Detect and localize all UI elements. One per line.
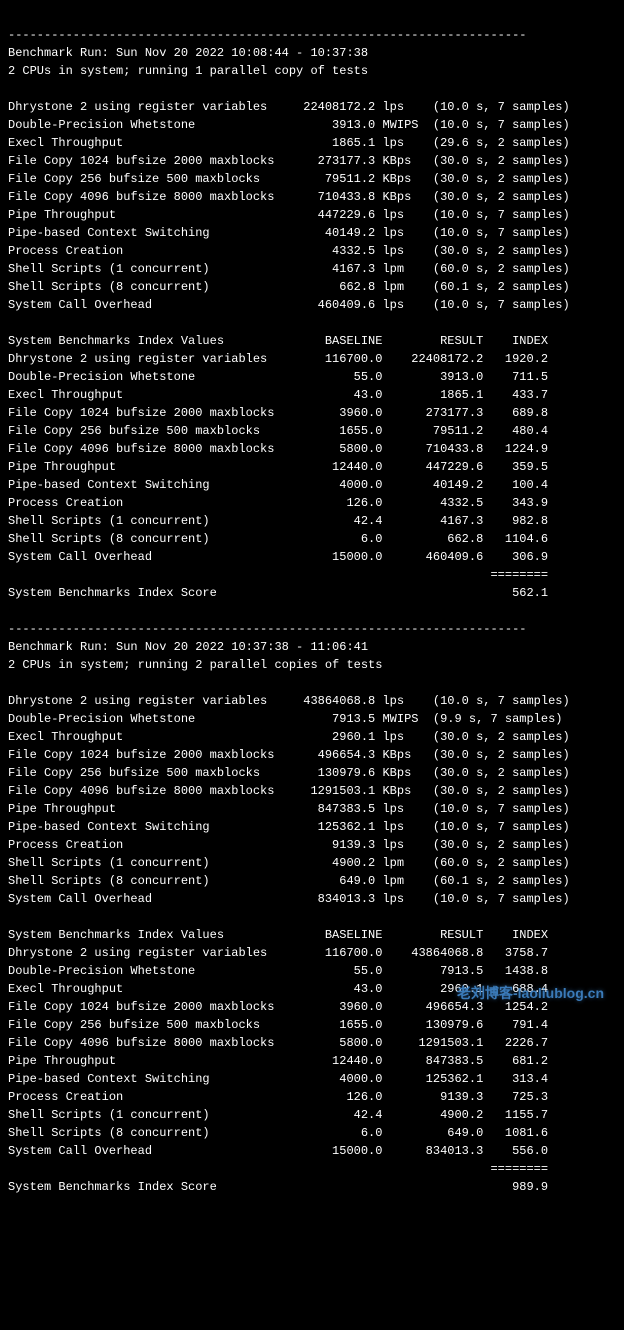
terminal-output: ----------------------------------------… bbox=[8, 26, 616, 1196]
watermark: 老刘博客-laoliublog.cn bbox=[457, 983, 604, 1004]
